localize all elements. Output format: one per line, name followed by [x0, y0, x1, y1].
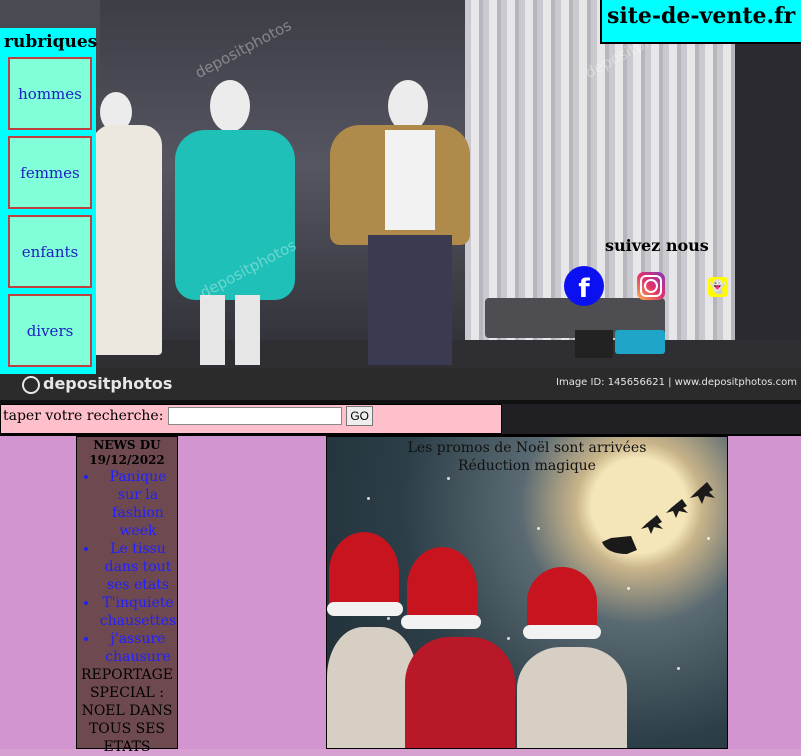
rubriques-title: rubriques [4, 32, 98, 52]
camera-icon [22, 375, 40, 394]
go-button[interactable]: GO [346, 406, 374, 426]
search-input[interactable] [167, 407, 342, 425]
hero-handbag [615, 330, 665, 354]
rubrique-enfants[interactable]: enfants [8, 215, 92, 288]
news-item: Panique sur la fashion week [99, 468, 177, 540]
news-panel: NEWS DU 19/12/2022 Panique sur la fashio… [76, 436, 178, 755]
news-item: j'assure chausure [99, 630, 177, 666]
news-link[interactable]: j'assure chausure [105, 631, 170, 665]
sleigh-icon [602, 482, 715, 554]
news-link[interactable]: Le tissu dans tout ses etats [105, 541, 172, 593]
rubrique-hommes[interactable]: hommes [8, 57, 92, 130]
snapchat-icon[interactable]: 👻 [708, 277, 728, 297]
rubriques-menu: rubriques hommes femmes enfants divers [0, 28, 98, 374]
search-label: taper votre recherche: [3, 408, 164, 424]
reportage-text: REPORTAGE SPECIAL : NOEL DANS TOUS SES E… [80, 667, 174, 755]
watermark-bar: depositphotos Image ID: 145656621 | www.… [0, 368, 801, 400]
news-item: Le tissu dans tout ses etats [99, 540, 177, 594]
rubrique-femmes[interactable]: femmes [8, 136, 92, 209]
search-bar: taper votre recherche: GO [0, 404, 502, 434]
rubrique-divers[interactable]: divers [8, 294, 92, 367]
promo-line-1: Les promos de Noël sont arrivées [407, 440, 647, 456]
site-title: site-de-vente.fr [600, 0, 801, 44]
news-link[interactable]: Panique sur la fashion week [110, 469, 167, 539]
hero-strip-right [502, 404, 801, 434]
news-item: T'inquiete chausettes [99, 594, 177, 630]
news-title: NEWS DU 19/12/2022 [89, 438, 165, 467]
watermark-logo: depositphotos [22, 374, 172, 394]
hero-box [575, 330, 613, 358]
suivez-nous-title: suivez nous [605, 236, 709, 255]
hero-banner: depositphotos depositphotos depositphoto… [0, 0, 801, 404]
watermark-info: Image ID: 145656621 | www.depositphotos.… [556, 377, 797, 388]
hero-wall-right [735, 0, 801, 370]
promo-text: Les promos de Noël sont arrivées Réducti… [327, 439, 727, 475]
news-list: Panique sur la fashion week Le tissu dan… [77, 468, 177, 666]
news-link[interactable]: T'inquiete chausettes [100, 595, 176, 629]
promo-line-2: Réduction magique [458, 458, 596, 474]
instagram-icon[interactable] [637, 272, 665, 300]
facebook-icon[interactable]: f [564, 266, 604, 306]
promo-panel: Les promos de Noël sont arrivées Réducti… [326, 436, 728, 749]
